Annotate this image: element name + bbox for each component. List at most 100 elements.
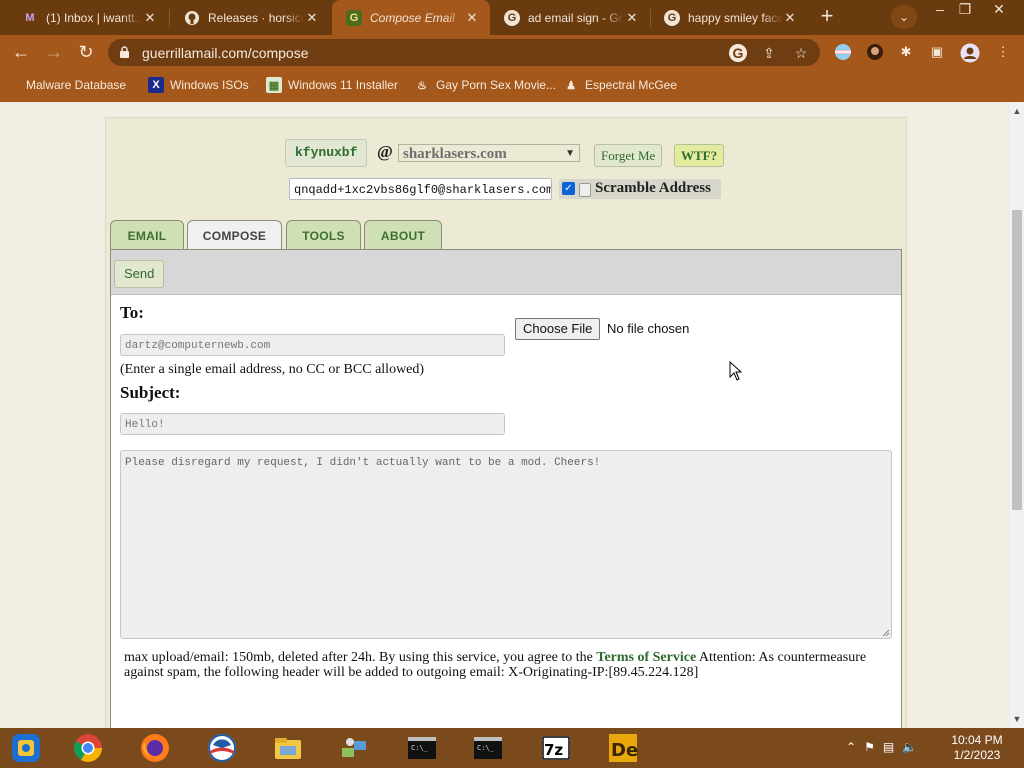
bookmark-label: Espectral McGee — [585, 78, 678, 92]
google-icon: G — [504, 9, 520, 26]
browser-tab[interactable]: Releases · horsicq ✕ — [170, 0, 330, 35]
send-button[interactable]: Send — [114, 260, 165, 288]
footnote: max upload/email: 150mb, deleted after 2… — [124, 650, 884, 680]
tab-about[interactable]: ABOUT — [364, 220, 442, 249]
site-icon: ♨ — [417, 79, 427, 92]
scramble-icon — [579, 183, 591, 197]
bookmark-item[interactable]: ♨ Gay Porn Sex Movie... — [414, 76, 556, 94]
domain-select[interactable]: sharklasers.com ▼ — [398, 144, 580, 162]
bookmark-label: Windows ISOs — [170, 78, 249, 92]
browser-tab[interactable]: M (1) Inbox | iwantt... ✕ — [8, 0, 168, 35]
puzzle-extensions-icon[interactable]: ✱ — [897, 43, 915, 61]
image-icon: ▦ — [266, 77, 282, 93]
to-field[interactable]: dartz@computernewb.com — [120, 334, 505, 356]
volume-icon[interactable]: 🔈 — [902, 740, 917, 756]
close-tab-icon[interactable]: ✕ — [464, 10, 480, 26]
bookmark-label: Windows 11 Installer — [288, 78, 398, 92]
address-bar[interactable]: guerrillamail.com/compose G ⇪ ☆ — [108, 39, 820, 66]
scroll-down-icon[interactable]: ▼ — [1010, 712, 1024, 726]
malware-icon — [16, 77, 20, 93]
cmd-icon[interactable]: C:\_ — [472, 732, 504, 764]
flag-icon[interactable]: ⚑ — [864, 740, 875, 756]
firefox-icon[interactable] — [139, 732, 171, 764]
restore-icon[interactable]: ❐ — [951, 0, 979, 18]
file-explorer-icon[interactable] — [272, 732, 304, 764]
tab-tools[interactable]: TOOLS — [286, 220, 361, 249]
clock[interactable]: 10:04 PM 1/2/2023 — [940, 733, 1014, 763]
close-tab-icon[interactable]: ✕ — [624, 10, 640, 26]
inbox-id-button[interactable]: kfynuxbf — [285, 139, 368, 167]
forget-me-button[interactable]: Forget Me — [594, 144, 663, 167]
close-window-icon[interactable]: ✕ — [985, 0, 1013, 18]
bookmark-item[interactable]: X Windows ISOs — [148, 76, 249, 94]
tab-compose[interactable]: COMPOSE — [187, 220, 282, 250]
start-icon[interactable] — [10, 732, 42, 764]
profile-extension-icon[interactable] — [866, 43, 884, 61]
scrollbar-thumb[interactable] — [1012, 210, 1022, 510]
cmd-icon[interactable]: C:\_ — [406, 732, 438, 764]
chevron-down-icon[interactable]: ⌄ — [891, 5, 917, 29]
svg-text:C:\_: C:\_ — [477, 744, 495, 752]
at-sign: @ — [377, 142, 393, 161]
obama-logo-icon[interactable] — [206, 732, 238, 764]
tab-title: (1) Inbox | iwantt... — [46, 10, 142, 25]
bookmark-item[interactable]: Malware Database — [16, 76, 126, 94]
windows-taskbar: C:\_ C:\_ 7z De ⌃ ⚑ ▤ 🔈 10:04 PM 1/2/202… — [0, 728, 1024, 768]
account-avatar-icon[interactable] — [960, 43, 980, 63]
close-tab-icon[interactable]: ✕ — [782, 10, 798, 26]
reload-icon[interactable]: ↻ — [74, 40, 98, 64]
browser-tab[interactable]: G ad email sign - Goo ✕ — [490, 0, 650, 35]
svg-text:C:\_: C:\_ — [411, 744, 429, 752]
minimize-icon[interactable]: – — [926, 0, 954, 18]
bookmark-star-icon[interactable]: ☆ — [792, 44, 810, 62]
subject-field[interactable]: Hello! — [120, 413, 505, 435]
network-status-icon[interactable]: ▤ — [883, 740, 894, 756]
scramble-address-toggle[interactable]: ✓ Scramble Address — [559, 179, 721, 199]
figure-icon: ♟ — [566, 79, 576, 92]
close-tab-icon[interactable]: ✕ — [142, 10, 158, 26]
lock-icon — [120, 46, 129, 58]
scramble-label: Scramble Address — [595, 180, 711, 196]
tab-email[interactable]: EMAIL — [110, 220, 184, 249]
tab-title: Compose Email — [370, 10, 455, 25]
mouse-cursor-icon — [729, 361, 743, 381]
browser-tab-active[interactable]: G Compose Email ✕ — [332, 0, 490, 35]
bookmark-item[interactable]: ♟ Espectral McGee — [563, 76, 677, 94]
page-viewport: kfynuxbf @ sharklasers.com ▼ Forget Me W… — [0, 102, 1010, 728]
new-tab-icon[interactable]: + — [815, 5, 839, 29]
bookmark-label: Malware Database — [26, 78, 127, 92]
close-tab-icon[interactable]: ✕ — [304, 10, 320, 26]
page-scrollbar[interactable]: ▲ ▼ — [1010, 102, 1024, 728]
send-bar: Send — [111, 250, 901, 295]
forward-arrow-icon[interactable]: → — [42, 40, 66, 64]
side-panel-icon[interactable]: ▣ — [928, 43, 946, 61]
message-body-textarea[interactable]: Please disregard my request, I didn't ac… — [120, 450, 892, 639]
github-icon — [184, 10, 200, 26]
to-label: To: — [120, 303, 144, 322]
flag-extension-icon[interactable] — [834, 43, 852, 61]
choose-file-button[interactable]: Choose File — [515, 318, 601, 340]
compose-panel: Send To: dartz@computernewb.com (Enter a… — [110, 249, 902, 728]
chevron-up-icon[interactable]: ⌃ — [846, 740, 856, 756]
kebab-menu-icon[interactable]: ⋮ — [994, 43, 1012, 61]
google-lens-icon[interactable]: G — [729, 44, 747, 62]
network-icon[interactable] — [338, 732, 370, 764]
resize-grip-icon[interactable] — [882, 629, 890, 637]
email-address-field[interactable]: qnqadd+1xc2vbs86glf0@sharklasers.com — [289, 178, 552, 200]
back-arrow-icon[interactable]: ← — [9, 40, 33, 64]
file-status: No file chosen — [607, 321, 690, 336]
scroll-up-icon[interactable]: ▲ — [1010, 104, 1024, 118]
share-icon[interactable]: ⇪ — [760, 44, 778, 62]
browser-tab[interactable]: G happy smiley face ✕ — [650, 0, 808, 35]
scramble-checkbox[interactable]: ✓ — [562, 182, 575, 195]
bookmark-item[interactable]: ▦ Windows 11 Installer — [266, 76, 398, 94]
chevron-down-icon: ▼ — [565, 148, 575, 159]
chrome-icon[interactable] — [72, 732, 104, 764]
bookmark-label: Gay Porn Sex Movie... — [436, 78, 557, 92]
footnote-text: max upload/email: 150mb, deleted after 2… — [124, 650, 597, 665]
wtf-button[interactable]: WTF? — [674, 144, 725, 167]
url-text: guerrillamail.com/compose — [142, 45, 309, 61]
die-icon[interactable]: De — [607, 732, 639, 764]
7zip-icon[interactable]: 7z — [540, 732, 572, 764]
terms-of-service-link[interactable]: Terms of Service — [596, 650, 696, 665]
